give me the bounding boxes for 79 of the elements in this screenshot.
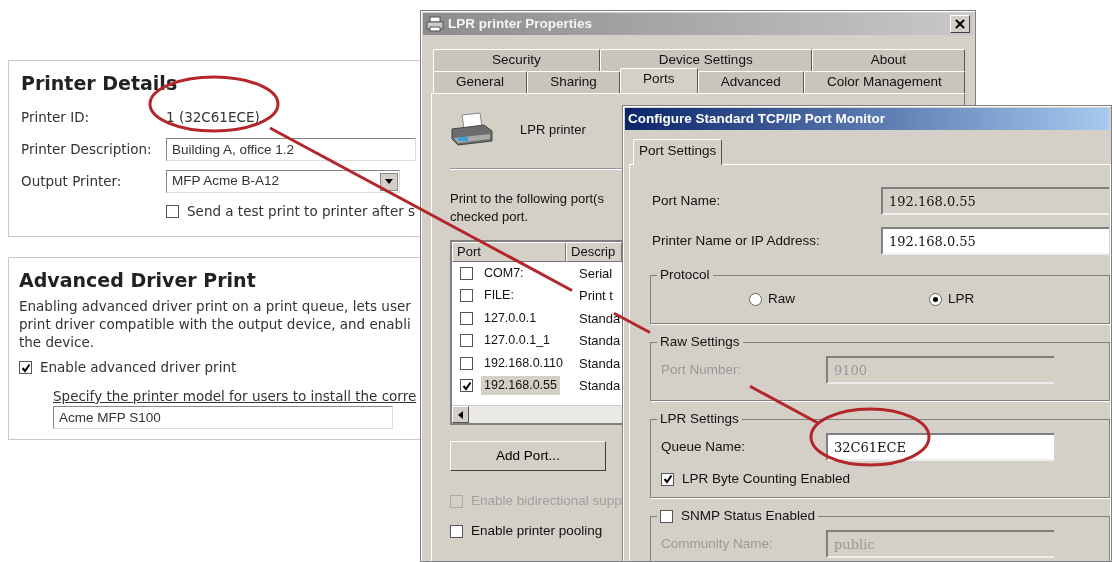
checkbox[interactable] xyxy=(460,266,473,280)
tab[interactable]: About xyxy=(811,49,965,71)
port-description: Standa xyxy=(578,377,621,395)
checkbox[interactable] xyxy=(460,356,473,370)
dropdown-button[interactable] xyxy=(380,172,398,191)
field-value: 1 (32C61ECE) xyxy=(166,108,260,128)
checkbox[interactable] xyxy=(450,524,463,538)
add-port-button[interactable]: Add Port... xyxy=(450,441,606,471)
port-name[interactable]: FILE: xyxy=(481,286,517,306)
printer-name: LPR printer xyxy=(520,121,586,140)
checkbox-label: Send a test print to printer after s xyxy=(187,202,416,222)
dropdown-field[interactable]: MFP Acme B-A12 xyxy=(166,170,400,193)
tab[interactable]: Sharing xyxy=(527,71,620,93)
close-icon xyxy=(955,19,965,29)
text-field[interactable]: Building A, office 1.2 xyxy=(166,138,416,161)
port-name[interactable]: 127.0.0.1_1 xyxy=(481,331,554,351)
tab[interactable]: Port Settings xyxy=(633,139,723,165)
checkbox[interactable] xyxy=(460,334,473,348)
checkbox-label: SNMP Status Enabled xyxy=(681,508,816,525)
port-description: Standa xyxy=(578,309,621,328)
text-field[interactable]: Acme MFP S100 xyxy=(53,405,393,429)
tab[interactable]: Device Settings xyxy=(599,49,812,71)
checkbox[interactable] xyxy=(19,361,32,375)
instruction-text: Print to the following port(s checked port. xyxy=(450,190,605,226)
description-text: Enabling advanced driver print on a print queue, lets user print driver compatible with the output device, and enabli the device. xyxy=(19,298,412,352)
scrollbar[interactable] xyxy=(452,405,622,423)
tab[interactable]: Ports xyxy=(620,68,698,93)
window-title: LPR printer Properties xyxy=(448,14,593,33)
checkbox[interactable] xyxy=(661,472,674,486)
tab[interactable]: Color Management xyxy=(803,71,965,93)
section-title: Printer Details xyxy=(21,71,179,96)
column-header[interactable]: Descrip xyxy=(566,242,622,262)
column-header[interactable]: Port xyxy=(452,242,567,262)
checkbox[interactable] xyxy=(460,311,473,325)
checkbox[interactable] xyxy=(460,289,473,303)
tab[interactable]: Advanced xyxy=(697,71,804,93)
tab[interactable]: Security xyxy=(433,49,600,71)
section-title: Advanced Driver Print xyxy=(19,267,257,293)
field-label: Specify the printer model for users to install the corre xyxy=(53,386,418,406)
checkbox-label: Enable advanced driver print xyxy=(40,358,237,378)
group-title: Raw Settings xyxy=(659,334,741,350)
port-name[interactable]: 127.0.0.1 xyxy=(481,308,540,328)
printer-icon xyxy=(426,16,444,32)
left-arrow-icon xyxy=(458,410,463,419)
window-title: Configure Standard TCP/IP Port Monitor xyxy=(628,109,885,128)
group-title: LPR Settings xyxy=(659,411,740,427)
field-label: Port Name: xyxy=(652,191,722,210)
port-name[interactable]: 192.168.0.55 xyxy=(481,376,560,396)
text-field[interactable]: 32C61ECE xyxy=(826,433,1054,461)
checkbox-label: Enable printer pooling xyxy=(471,522,603,541)
checkbox-label: LPR Byte Counting Enabled xyxy=(682,470,851,488)
close-button[interactable] xyxy=(950,15,970,33)
port-description: Standa xyxy=(578,354,621,373)
radio-button[interactable] xyxy=(929,292,942,306)
field-label: Printer Name or IP Address: xyxy=(652,231,821,250)
tab[interactable]: General xyxy=(433,71,528,93)
field-label: Queue Name: xyxy=(661,437,747,456)
port-description: Standa xyxy=(578,332,621,350)
field-label: Printer Description: xyxy=(21,140,153,160)
text-field[interactable]: 192.168.0.55 xyxy=(881,187,1109,215)
checkbox[interactable] xyxy=(460,379,473,393)
port-name[interactable]: 192.168.0.110 xyxy=(481,353,566,373)
checkbox[interactable] xyxy=(166,205,179,218)
radio-label: Raw xyxy=(768,289,795,308)
port-description: Serial xyxy=(578,264,613,283)
group-title: Protocol xyxy=(659,267,711,283)
printer-icon xyxy=(450,111,494,149)
field-label: Printer ID: xyxy=(21,108,91,128)
caret-icon xyxy=(385,179,393,184)
port-name[interactable]: COM7: xyxy=(481,263,527,283)
radio-button[interactable] xyxy=(749,292,762,306)
radio-label: LPR xyxy=(948,289,975,308)
field-label: Port Number: xyxy=(661,360,743,379)
text-field[interactable]: 192.168.0.55 xyxy=(881,227,1109,255)
scroll-left-button[interactable] xyxy=(452,406,469,423)
dropdown-value: MFP Acme B-A12 xyxy=(172,172,280,191)
field-label: Output Printer: xyxy=(21,172,123,192)
port-description: Print t xyxy=(578,287,613,305)
field-label: Community Name: xyxy=(661,535,774,554)
